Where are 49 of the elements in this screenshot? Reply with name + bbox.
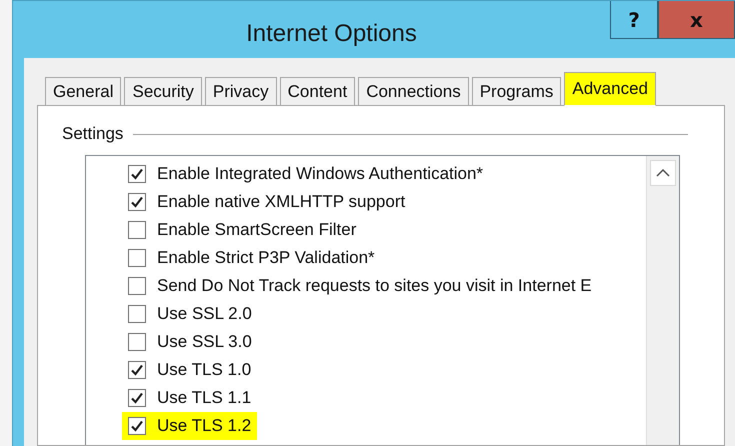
checkbox[interactable] (128, 361, 146, 379)
group-label: Settings (62, 124, 124, 144)
setting-label: Enable SmartScreen Filter (157, 220, 356, 240)
close-button[interactable]: x (658, 1, 735, 39)
chevron-up-icon (656, 169, 670, 177)
checkbox[interactable] (128, 333, 146, 351)
checkbox[interactable] (128, 389, 146, 407)
setting-label: Use TLS 1.1 (157, 388, 252, 408)
scrollbar[interactable] (646, 156, 679, 445)
help-button[interactable]: ? (610, 1, 658, 39)
setting-label: Use TLS 1.0 (157, 360, 252, 380)
checkbox[interactable] (128, 305, 146, 323)
checkbox[interactable] (128, 221, 146, 239)
check-icon (130, 195, 144, 209)
setting-label: Use SSL 2.0 (157, 304, 252, 324)
checkbox[interactable] (128, 417, 146, 435)
setting-row[interactable]: Enable native XMLHTTP support (122, 188, 412, 216)
tab[interactable]: Programs (472, 77, 562, 106)
checkbox[interactable] (128, 277, 146, 295)
setting-label: Use SSL 3.0 (157, 332, 252, 352)
setting-label: Send Do Not Track requests to sites you visit in Internet E (157, 276, 592, 296)
tab[interactable]: General (45, 77, 122, 106)
setting-row[interactable]: Use TLS 1.0 (122, 356, 258, 384)
window-title: Internet Options (245, 19, 418, 48)
check-icon (130, 363, 144, 377)
checkbox[interactable] (128, 165, 146, 183)
setting-row[interactable]: Enable SmartScreen Filter (122, 216, 362, 244)
tab[interactable]: Security (124, 77, 202, 106)
tab[interactable]: Content (280, 77, 356, 106)
highlighted-setting-row[interactable]: Use TLS 1.2 (122, 412, 258, 440)
scroll-up-button[interactable] (650, 160, 676, 186)
check-icon (130, 419, 144, 433)
checkbox[interactable] (128, 193, 146, 211)
tab[interactable]: Advanced (564, 72, 656, 106)
tab[interactable]: Privacy (204, 77, 277, 106)
setting-label: Enable native XMLHTTP support (157, 192, 406, 212)
setting-label: Enable Integrated Windows Authentication* (157, 164, 484, 184)
checkbox[interactable] (128, 249, 146, 267)
setting-row[interactable]: Enable Integrated Windows Authentication* (122, 160, 490, 188)
tab[interactable]: Connections (358, 77, 469, 106)
setting-label: Use TLS 1.2 (157, 416, 252, 436)
setting-row[interactable]: Use TLS 1.1 (122, 384, 258, 412)
check-icon (130, 167, 144, 181)
setting-label: Enable Strict P3P Validation* (157, 248, 375, 268)
setting-row[interactable]: Use SSL 2.0 (122, 300, 258, 328)
setting-row[interactable]: Send Do Not Track requests to sites you visit in Internet E (122, 272, 598, 300)
setting-row[interactable]: Enable Strict P3P Validation* (122, 244, 381, 272)
check-icon (130, 391, 144, 405)
setting-row[interactable]: Use SSL 3.0 (122, 328, 258, 356)
